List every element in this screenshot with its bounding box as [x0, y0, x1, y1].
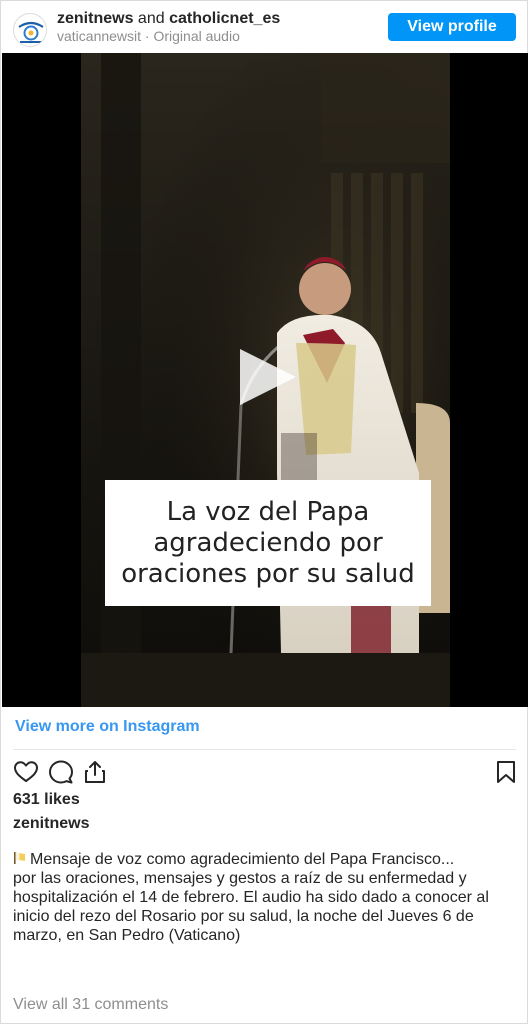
author-link-zenitnews[interactable]: zenitnews — [57, 10, 133, 27]
view-comments-link[interactable]: View all 31 comments — [13, 996, 168, 1014]
caption-body: por las oraciones, mensajes y gestos a r… — [13, 870, 489, 944]
video-caption-text: La voz del Papa agradeciendo por oracion… — [121, 496, 415, 589]
divider — [13, 749, 516, 750]
heart-icon[interactable] — [13, 759, 39, 785]
caption-author[interactable]: zenitnews — [13, 815, 89, 833]
post-caption: Mensaje de voz como agradecimiento del P… — [13, 850, 516, 945]
authors-conjunction: and — [137, 10, 165, 27]
flag-pennant-icon — [13, 851, 26, 865]
instagram-embed-card: zenitnews and catholicnet_es vaticannews… — [0, 0, 528, 1024]
video-player[interactable]: La voz del Papa agradeciendo por oracion… — [2, 53, 528, 707]
share-icon[interactable] — [82, 759, 108, 785]
avatar[interactable] — [13, 13, 47, 47]
view-more-link[interactable]: View more on Instagram — [15, 718, 200, 736]
author-link-catholicnet[interactable]: catholicnet_es — [169, 10, 280, 27]
play-icon[interactable] — [236, 345, 300, 409]
caption-first-line: Mensaje de voz como agradecimiento del P… — [30, 851, 455, 868]
zenit-logo-icon — [15, 15, 46, 46]
comment-icon[interactable] — [48, 759, 74, 785]
video-caption-box: La voz del Papa agradeciendo por oracion… — [105, 480, 431, 606]
post-header: zenitnews and catholicnet_es vaticannews… — [1, 1, 527, 53]
bookmark-icon[interactable] — [493, 759, 519, 785]
likes-count[interactable]: 631 likes — [13, 791, 80, 809]
view-profile-button[interactable]: View profile — [388, 13, 516, 41]
post-authors: zenitnews and catholicnet_es — [57, 10, 280, 28]
audio-subtitle[interactable]: vaticannewsit · Original audio — [57, 28, 240, 44]
